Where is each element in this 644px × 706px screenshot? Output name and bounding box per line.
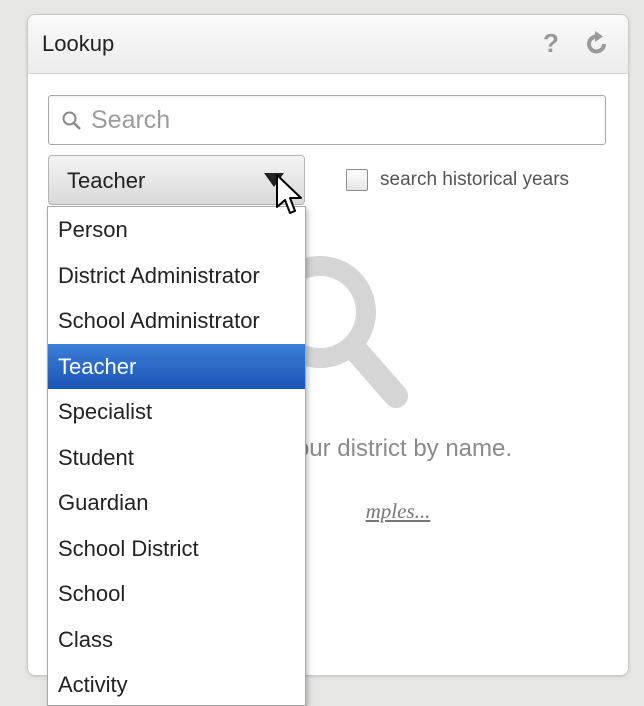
menu-item-school[interactable]: School xyxy=(48,571,305,617)
historical-years-label: search historical years xyxy=(380,169,570,190)
menu-item-student[interactable]: Student xyxy=(48,435,305,481)
menu-item-teacher[interactable]: Teacher xyxy=(48,343,305,389)
mouse-cursor-icon xyxy=(276,174,302,214)
panel-title: Lookup xyxy=(42,31,115,56)
menu-item-person[interactable]: Person xyxy=(48,207,305,253)
menu-item-class[interactable]: Class xyxy=(48,617,305,663)
menu-item-activity[interactable]: Activity xyxy=(48,662,305,705)
menu-item-school-administrator[interactable]: School Administrator xyxy=(48,298,305,344)
menu-item-specialist[interactable]: Specialist xyxy=(48,389,305,435)
menu-item-guardian[interactable]: Guardian xyxy=(48,480,305,526)
search-field[interactable] xyxy=(48,95,606,145)
menu-item-district-administrator[interactable]: District Administrator xyxy=(48,253,305,299)
role-select-value: Teacher xyxy=(67,168,146,193)
role-dropdown-menu: Person District Administrator School Adm… xyxy=(47,206,306,706)
search-input[interactable] xyxy=(89,104,593,136)
refresh-icon[interactable] xyxy=(584,31,610,64)
role-select[interactable]: Teacher xyxy=(48,155,305,205)
panel-header: Lookup ? xyxy=(28,15,628,74)
search-icon xyxy=(62,111,81,130)
help-icon[interactable]: ? xyxy=(543,28,559,59)
menu-item-school-district[interactable]: School District xyxy=(48,526,305,572)
historical-years-checkbox[interactable] xyxy=(346,169,368,191)
